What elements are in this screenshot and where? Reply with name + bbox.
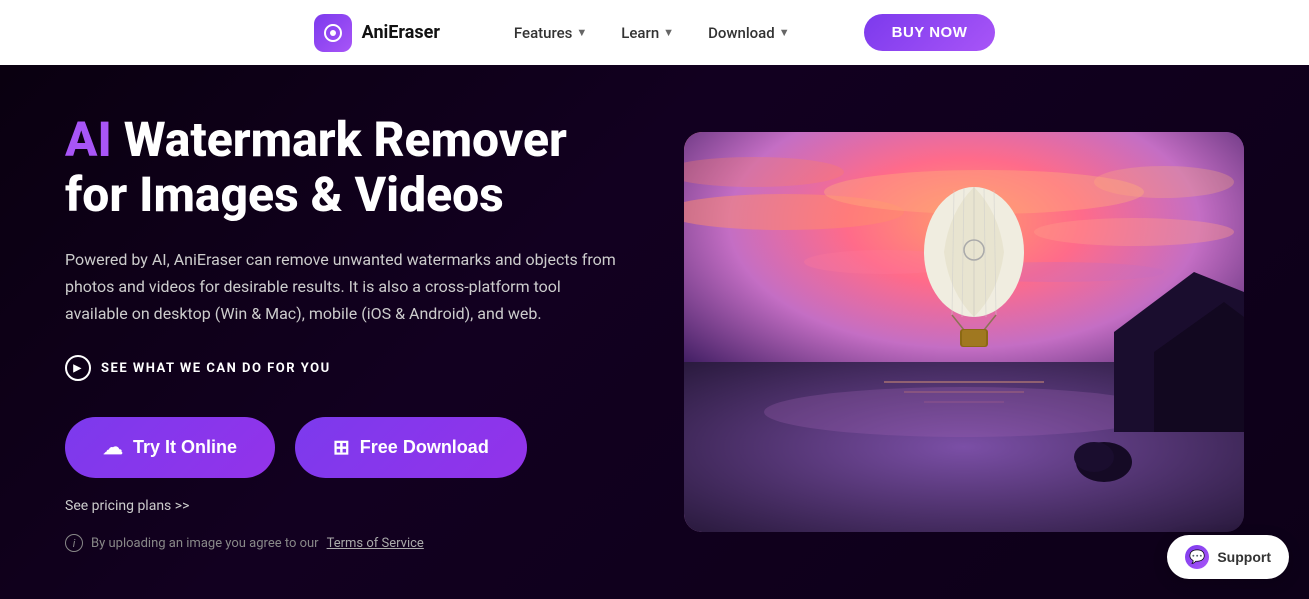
hero-title: AI Watermark Remover for Images & Videos [65, 112, 624, 222]
navbar: AniEraser Features ▼ Learn ▼ Download ▼ … [0, 0, 1309, 65]
hero-content: AI Watermark Remover for Images & Videos… [65, 112, 624, 553]
features-label: Features [514, 24, 572, 42]
hero-title-ai: AI [65, 111, 112, 168]
nav-download[interactable]: Download ▼ [694, 16, 804, 50]
pricing-plans-link[interactable]: See pricing plans >> [65, 498, 624, 514]
logo-name: AniEraser [362, 22, 440, 43]
features-chevron-icon: ▼ [576, 26, 587, 39]
windows-icon: ⊞ [333, 435, 350, 460]
support-icon: 💬 [1185, 545, 1209, 569]
hero-description: Powered by AI, AniEraser can remove unwa… [65, 246, 624, 328]
cloud-upload-icon: ☁ [103, 435, 123, 460]
buy-now-button[interactable]: BUY NOW [864, 14, 996, 51]
tos-link[interactable]: Terms of Service [327, 536, 424, 551]
hero-scene-svg [684, 132, 1244, 532]
hero-image [684, 132, 1244, 532]
hero-image-area [684, 132, 1244, 532]
cta-buttons: ☁ Try It Online ⊞ Free Download [65, 417, 624, 478]
download-chevron-icon: ▼ [779, 26, 790, 39]
terms-text: By uploading an image you agree to our [91, 536, 319, 551]
watch-video-link[interactable]: ▶ SEE WHAT WE CAN DO FOR YOU [65, 355, 624, 381]
nav-links: Features ▼ Learn ▼ Download ▼ [500, 16, 804, 50]
support-label: Support [1217, 549, 1271, 565]
try-online-button[interactable]: ☁ Try It Online [65, 417, 275, 478]
support-button[interactable]: 💬 Support [1167, 535, 1289, 579]
free-download-label: Free Download [360, 437, 489, 458]
learn-chevron-icon: ▼ [663, 26, 674, 39]
nav-learn[interactable]: Learn ▼ [607, 16, 688, 50]
logo-area[interactable]: AniEraser [314, 14, 440, 52]
play-icon: ▶ [65, 355, 91, 381]
download-label: Download [708, 24, 775, 42]
hero-title-rest: Watermark Remover for Images & Videos [65, 111, 567, 223]
info-icon: i [65, 534, 83, 552]
watch-label: SEE WHAT WE CAN DO FOR YOU [101, 361, 331, 376]
try-online-label: Try It Online [133, 437, 237, 458]
learn-label: Learn [621, 24, 659, 42]
terms-line: i By uploading an image you agree to our… [65, 534, 624, 552]
free-download-button[interactable]: ⊞ Free Download [295, 417, 527, 478]
hero-section: AI Watermark Remover for Images & Videos… [0, 65, 1309, 599]
logo-icon [314, 14, 352, 52]
nav-features[interactable]: Features ▼ [500, 16, 601, 50]
